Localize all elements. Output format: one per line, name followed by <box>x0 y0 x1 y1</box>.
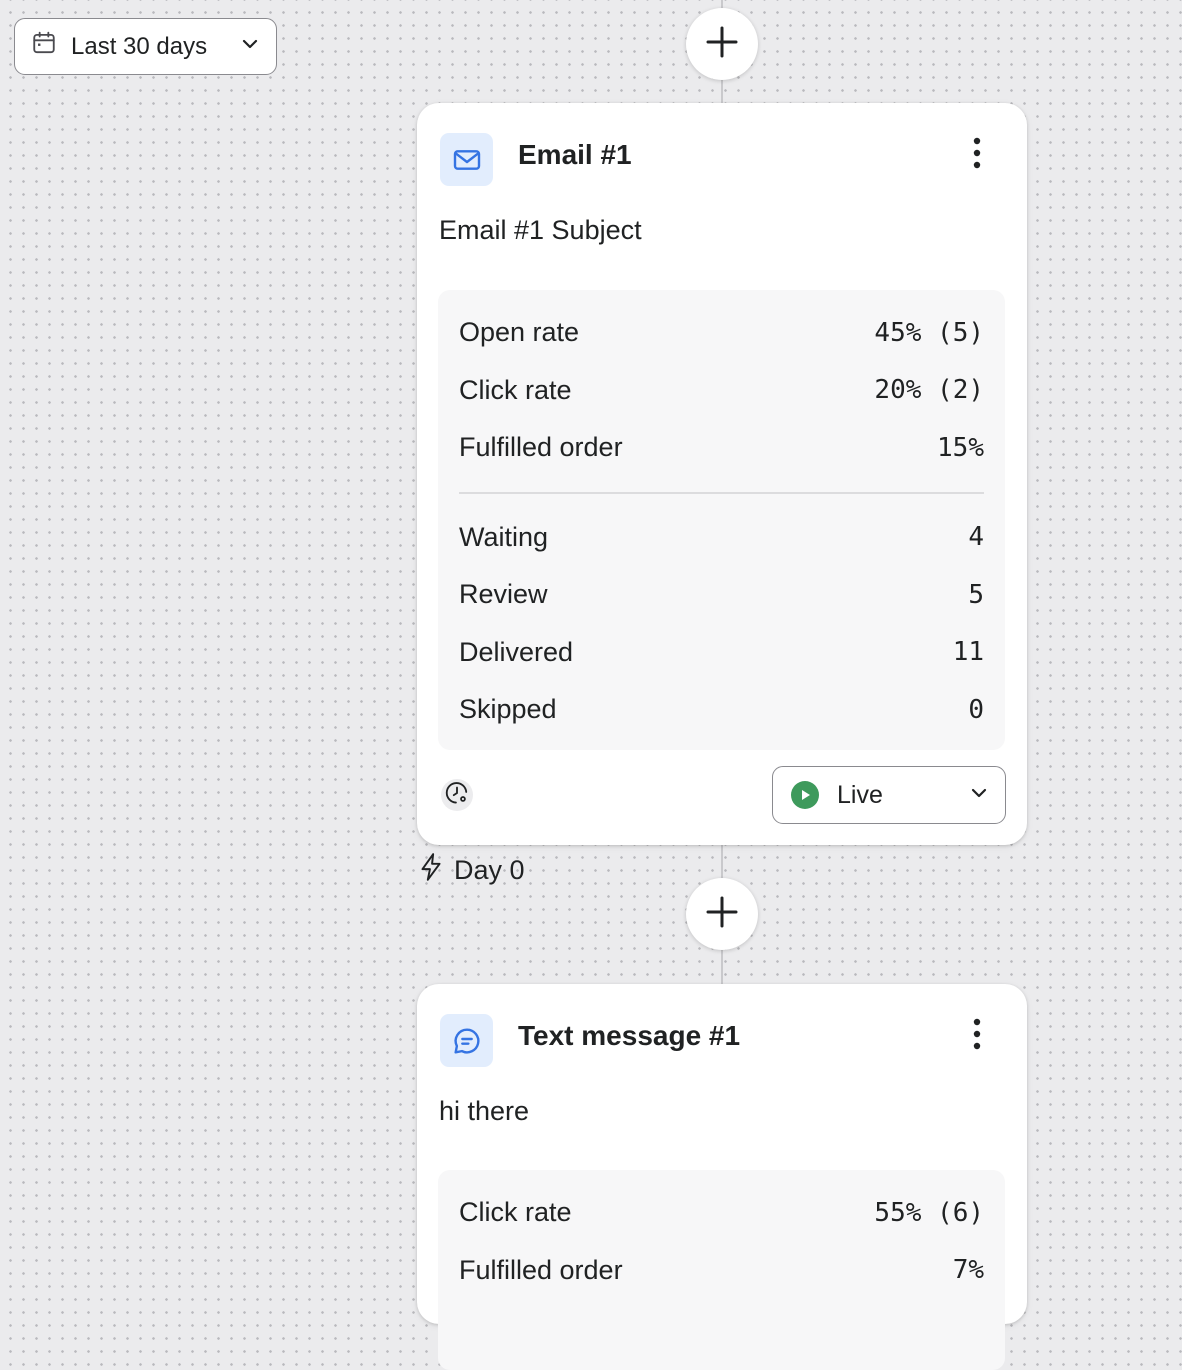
delay-label: Day 0 <box>418 852 525 889</box>
stat-value: 20% (2) <box>874 375 984 406</box>
stat-label: Fulfilled order <box>459 432 623 463</box>
stat-label: Open rate <box>459 317 580 348</box>
stat-value: 45% (5) <box>874 317 984 348</box>
text-message-step-card[interactable]: Text message #1 hi there Click rate 55% … <box>417 984 1027 1370</box>
vertical-dots-icon <box>973 137 981 174</box>
lightning-icon <box>418 852 444 889</box>
add-step-button[interactable] <box>686 878 758 950</box>
stat-row: Review 5 <box>459 566 984 624</box>
chevron-down-icon <box>240 33 260 61</box>
status-label: Live <box>837 780 883 809</box>
stats-panel: Open rate 45% (5) Click rate 20% (2) Ful… <box>438 290 1005 750</box>
stat-label: Review <box>459 579 548 610</box>
stat-row: Delivered 11 <box>459 624 984 682</box>
stat-row: Fulfilled order 7% <box>459 1242 984 1300</box>
stat-value: 4 <box>968 522 984 553</box>
stat-label: Click rate <box>459 374 572 405</box>
card-header: Email #1 <box>440 133 1004 187</box>
date-range-picker[interactable]: Last 30 days <box>14 18 277 75</box>
stat-row: Open rate 45% (5) <box>459 304 984 362</box>
card-title: Text message #1 <box>518 1020 741 1051</box>
stat-row: Click rate 20% (2) <box>459 362 984 420</box>
stat-row: Fulfilled order 15% <box>459 419 984 477</box>
delay-text: Day 0 <box>454 855 525 885</box>
vertical-dots-icon <box>973 1018 981 1055</box>
stat-value: 15% <box>937 432 984 463</box>
plus-icon <box>705 25 739 64</box>
email-step-card[interactable]: Email #1 Email #1 Subject Open rate 45% … <box>417 103 1027 845</box>
stat-value: 55% (6) <box>874 1197 984 1228</box>
stat-value: 7% <box>952 1255 984 1286</box>
clock-gear-icon <box>444 780 470 811</box>
play-icon <box>791 781 819 809</box>
stat-row: Waiting 4 <box>459 509 984 567</box>
stat-value: 5 <box>968 579 984 610</box>
stat-value: 0 <box>968 694 984 725</box>
plus-icon <box>705 895 739 934</box>
more-options-button[interactable] <box>964 1018 990 1054</box>
more-options-button[interactable] <box>964 137 990 173</box>
chevron-down-icon <box>969 781 989 810</box>
calendar-icon <box>31 30 57 63</box>
chat-bubble-icon <box>440 1014 493 1067</box>
card-header: Text message #1 <box>440 1014 1004 1068</box>
stats-panel: Click rate 55% (6) Fulfilled order 7% <box>438 1170 1005 1370</box>
stat-row: Click rate 55% (6) <box>459 1184 984 1242</box>
stat-label: Skipped <box>459 694 557 725</box>
email-subject: Email #1 Subject <box>439 215 642 245</box>
message-preview: hi there <box>439 1096 530 1126</box>
schedule-settings-button[interactable] <box>441 779 473 811</box>
card-title: Email #1 <box>518 139 632 170</box>
date-range-label: Last 30 days <box>71 32 208 60</box>
stat-row: Skipped 0 <box>459 681 984 739</box>
stat-value: 11 <box>952 637 984 668</box>
stat-label: Delivered <box>459 636 574 667</box>
divider <box>459 491 984 494</box>
email-icon <box>440 133 493 186</box>
add-step-button[interactable] <box>686 8 758 80</box>
stat-label: Fulfilled order <box>459 1254 623 1285</box>
stat-label: Waiting <box>459 521 549 552</box>
status-select[interactable]: Live <box>772 766 1006 824</box>
stat-label: Click rate <box>459 1197 572 1228</box>
